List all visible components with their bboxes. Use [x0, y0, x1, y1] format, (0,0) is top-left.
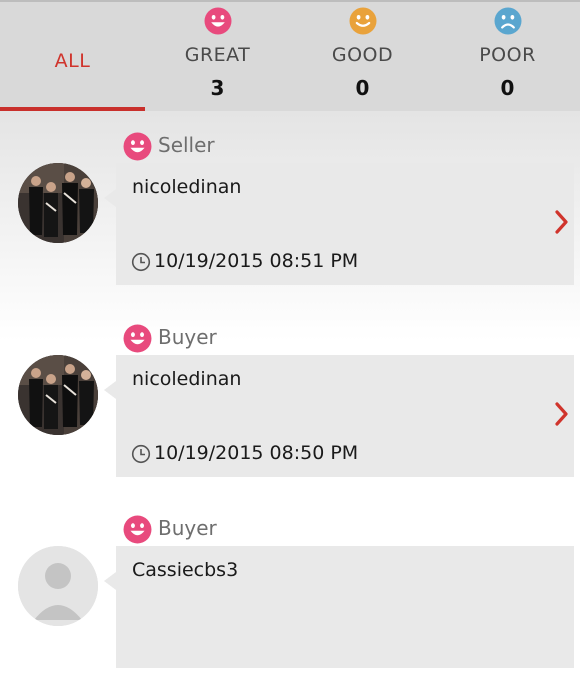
avatar[interactable]	[18, 355, 98, 435]
tab-poor-label: POOR	[479, 44, 536, 66]
clock-icon	[131, 444, 151, 464]
clock-icon	[131, 252, 151, 272]
feedback-item: Seller nicoledinan 10/19/2015 08:51 PM	[0, 132, 580, 312]
role-label: Seller	[158, 133, 215, 157]
tab-all[interactable]: ALL	[0, 0, 145, 111]
avatar[interactable]	[18, 546, 98, 626]
tab-great-count: 3	[210, 76, 225, 100]
feedback-card[interactable]: Cassiecbs3	[104, 546, 574, 668]
tab-good-count: 0	[355, 76, 370, 100]
smile-icon	[123, 324, 152, 353]
tab-good[interactable]: GOOD 0	[290, 0, 435, 111]
chevron-right-icon[interactable]	[554, 401, 570, 427]
smile-icon	[204, 7, 231, 35]
feedback-item: Buyer nicoledinan 10/19/2015 08:50 PM	[0, 324, 580, 504]
feedback-card[interactable]: nicoledinan 10/19/2015 08:51 PM	[104, 163, 574, 285]
tab-poor[interactable]: POOR 0	[435, 0, 580, 111]
tab-good-label: GOOD	[331, 44, 394, 66]
tab-all-label: ALL	[54, 50, 91, 72]
username: Cassiecbs3	[132, 559, 239, 581]
feedback-list: Seller nicoledinan 10/19/2015 08:51 PM B…	[0, 111, 580, 668]
chevron-right-icon[interactable]	[554, 209, 570, 235]
timestamp: 10/19/2015 08:51 PM	[154, 250, 359, 272]
timestamp: 10/19/2015 08:50 PM	[154, 442, 359, 464]
tab-great-label: GREAT	[184, 44, 251, 66]
smile-icon	[349, 7, 376, 35]
avatar[interactable]	[18, 163, 98, 243]
role-label: Buyer	[158, 516, 217, 540]
tab-poor-count: 0	[500, 76, 515, 100]
smile-icon	[123, 515, 152, 544]
feedback-card[interactable]: nicoledinan 10/19/2015 08:50 PM	[104, 355, 574, 477]
default-avatar-icon	[18, 546, 98, 626]
smile-icon	[123, 132, 152, 161]
card-pointer	[104, 572, 116, 590]
user-photo	[18, 163, 98, 243]
rating-tabs: ALL GREAT 3 GOOD 0 POOR 0	[0, 0, 580, 111]
user-photo	[18, 355, 98, 435]
tab-great[interactable]: GREAT 3	[145, 0, 290, 111]
frown-icon	[494, 7, 521, 35]
card-pointer	[104, 381, 116, 399]
username: nicoledinan	[132, 176, 242, 198]
card-pointer	[104, 189, 116, 207]
feedback-item: Buyer Cassiecbs3	[0, 515, 580, 695]
username: nicoledinan	[132, 368, 242, 390]
role-label: Buyer	[158, 325, 217, 349]
